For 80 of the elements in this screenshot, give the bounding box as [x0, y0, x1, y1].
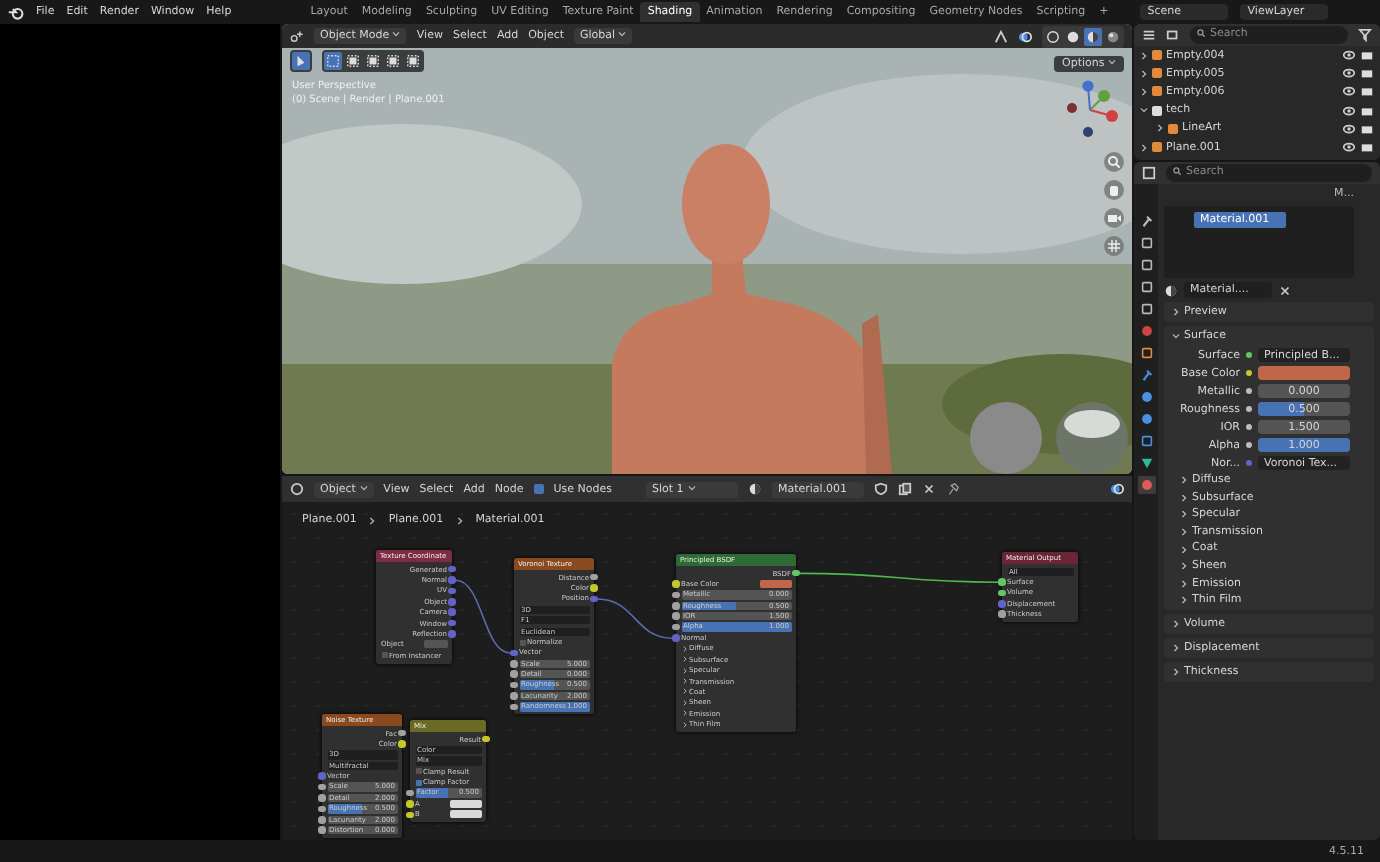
- node-checkbox[interactable]: [415, 768, 421, 775]
- triangle-icon[interactable]: [1137, 454, 1155, 472]
- select-mode-icon[interactable]: [324, 51, 342, 69]
- solid-shading-icon[interactable]: [1064, 27, 1082, 45]
- search-icon: [1172, 166, 1182, 177]
- chevron-icon: [455, 515, 464, 525]
- search-icon: [1196, 28, 1206, 39]
- sphere-icon[interactable]: [1137, 476, 1155, 494]
- socket-icon[interactable]: [998, 578, 1006, 586]
- shield-icon[interactable]: [873, 482, 888, 496]
- socket-icon[interactable]: [482, 735, 490, 743]
- color-swatch[interactable]: [759, 580, 791, 589]
- material-sphere-icon[interactable]: [747, 482, 762, 496]
- chevron-icon: [1172, 619, 1180, 628]
- eye-icon[interactable]: [1342, 84, 1356, 99]
- eye-icon[interactable]: [1342, 66, 1356, 81]
- node-checkbox[interactable]: [415, 779, 421, 786]
- select-mode-icon[interactable]: [404, 51, 422, 69]
- eye-icon[interactable]: [1342, 121, 1356, 136]
- chevron-icon: [368, 515, 377, 525]
- select-mode-icon[interactable]: [384, 51, 402, 69]
- editor-type-icon[interactable]: [290, 482, 304, 496]
- close-icon[interactable]: [921, 482, 936, 496]
- blender-logo-icon[interactable]: [8, 5, 24, 19]
- filter-icon[interactable]: [1358, 28, 1372, 42]
- eye-icon[interactable]: [1342, 48, 1356, 63]
- overlay-icon[interactable]: [1110, 482, 1124, 496]
- color-swatch[interactable]: [449, 810, 481, 819]
- socket-icon[interactable]: [998, 589, 1006, 597]
- collection-icon: [1152, 105, 1162, 116]
- editor-type-icon[interactable]: [290, 29, 304, 43]
- socket-icon[interactable]: [792, 569, 800, 577]
- close-icon[interactable]: [1278, 283, 1292, 297]
- square-icon[interactable]: [1137, 344, 1155, 362]
- socket-icon[interactable]: [1246, 406, 1252, 412]
- object-field[interactable]: [423, 640, 447, 649]
- socket-icon[interactable]: [590, 573, 598, 581]
- socket-icon[interactable]: [398, 740, 406, 748]
- caret-icon: [392, 30, 401, 39]
- socket-icon[interactable]: [1246, 442, 1252, 448]
- socket-icon[interactable]: [590, 584, 598, 592]
- node-link: [454, 579, 512, 654]
- socket-icon[interactable]: [398, 729, 406, 737]
- socket-icon[interactable]: [1246, 388, 1252, 394]
- socket-icon[interactable]: [998, 610, 1006, 619]
- color-swatch[interactable]: [449, 800, 481, 809]
- pin-icon[interactable]: [945, 482, 960, 496]
- editor-type-icon[interactable]: [1142, 28, 1156, 42]
- socket-icon[interactable]: [1246, 424, 1252, 430]
- node-checkbox[interactable]: [381, 652, 387, 659]
- node-link: [596, 598, 674, 639]
- mesh-icon: [1152, 142, 1162, 153]
- display-mode-icon[interactable]: [1166, 28, 1180, 42]
- wireframe-shading-icon[interactable]: [1044, 27, 1062, 45]
- chevron-icon: [1172, 643, 1180, 652]
- chevron-icon: [1172, 308, 1180, 316]
- socket-icon[interactable]: [1246, 370, 1252, 376]
- lineart-icon: [1168, 123, 1178, 134]
- caret-icon: [359, 483, 368, 492]
- chevron-icon: [1172, 332, 1180, 340]
- eye-icon[interactable]: [1342, 140, 1356, 155]
- chevron-icon: [1172, 667, 1180, 676]
- use-nodes-checkbox[interactable]: [533, 484, 544, 494]
- duplicate-icon[interactable]: [897, 482, 912, 496]
- select-mode-icon[interactable]: [344, 51, 362, 69]
- color-field[interactable]: [1258, 366, 1350, 380]
- wrench-icon[interactable]: [1137, 366, 1155, 384]
- material-sphere-icon[interactable]: [1164, 283, 1178, 297]
- editor-type-icon[interactable]: [1142, 166, 1156, 180]
- socket-icon[interactable]: [1246, 352, 1252, 358]
- caret-icon: [687, 483, 696, 492]
- tool-icon[interactable]: [1137, 212, 1155, 230]
- material-shading-icon[interactable]: [1084, 27, 1102, 45]
- select-tool-icon[interactable]: [292, 51, 310, 69]
- overlay-icon[interactable]: [1018, 29, 1032, 43]
- select-mode-icon[interactable]: [364, 51, 382, 69]
- caret-icon: [618, 30, 627, 39]
- node-checkbox[interactable]: [519, 639, 525, 646]
- eye-icon[interactable]: [1342, 103, 1356, 118]
- rendered-shading-icon[interactable]: [1104, 27, 1122, 45]
